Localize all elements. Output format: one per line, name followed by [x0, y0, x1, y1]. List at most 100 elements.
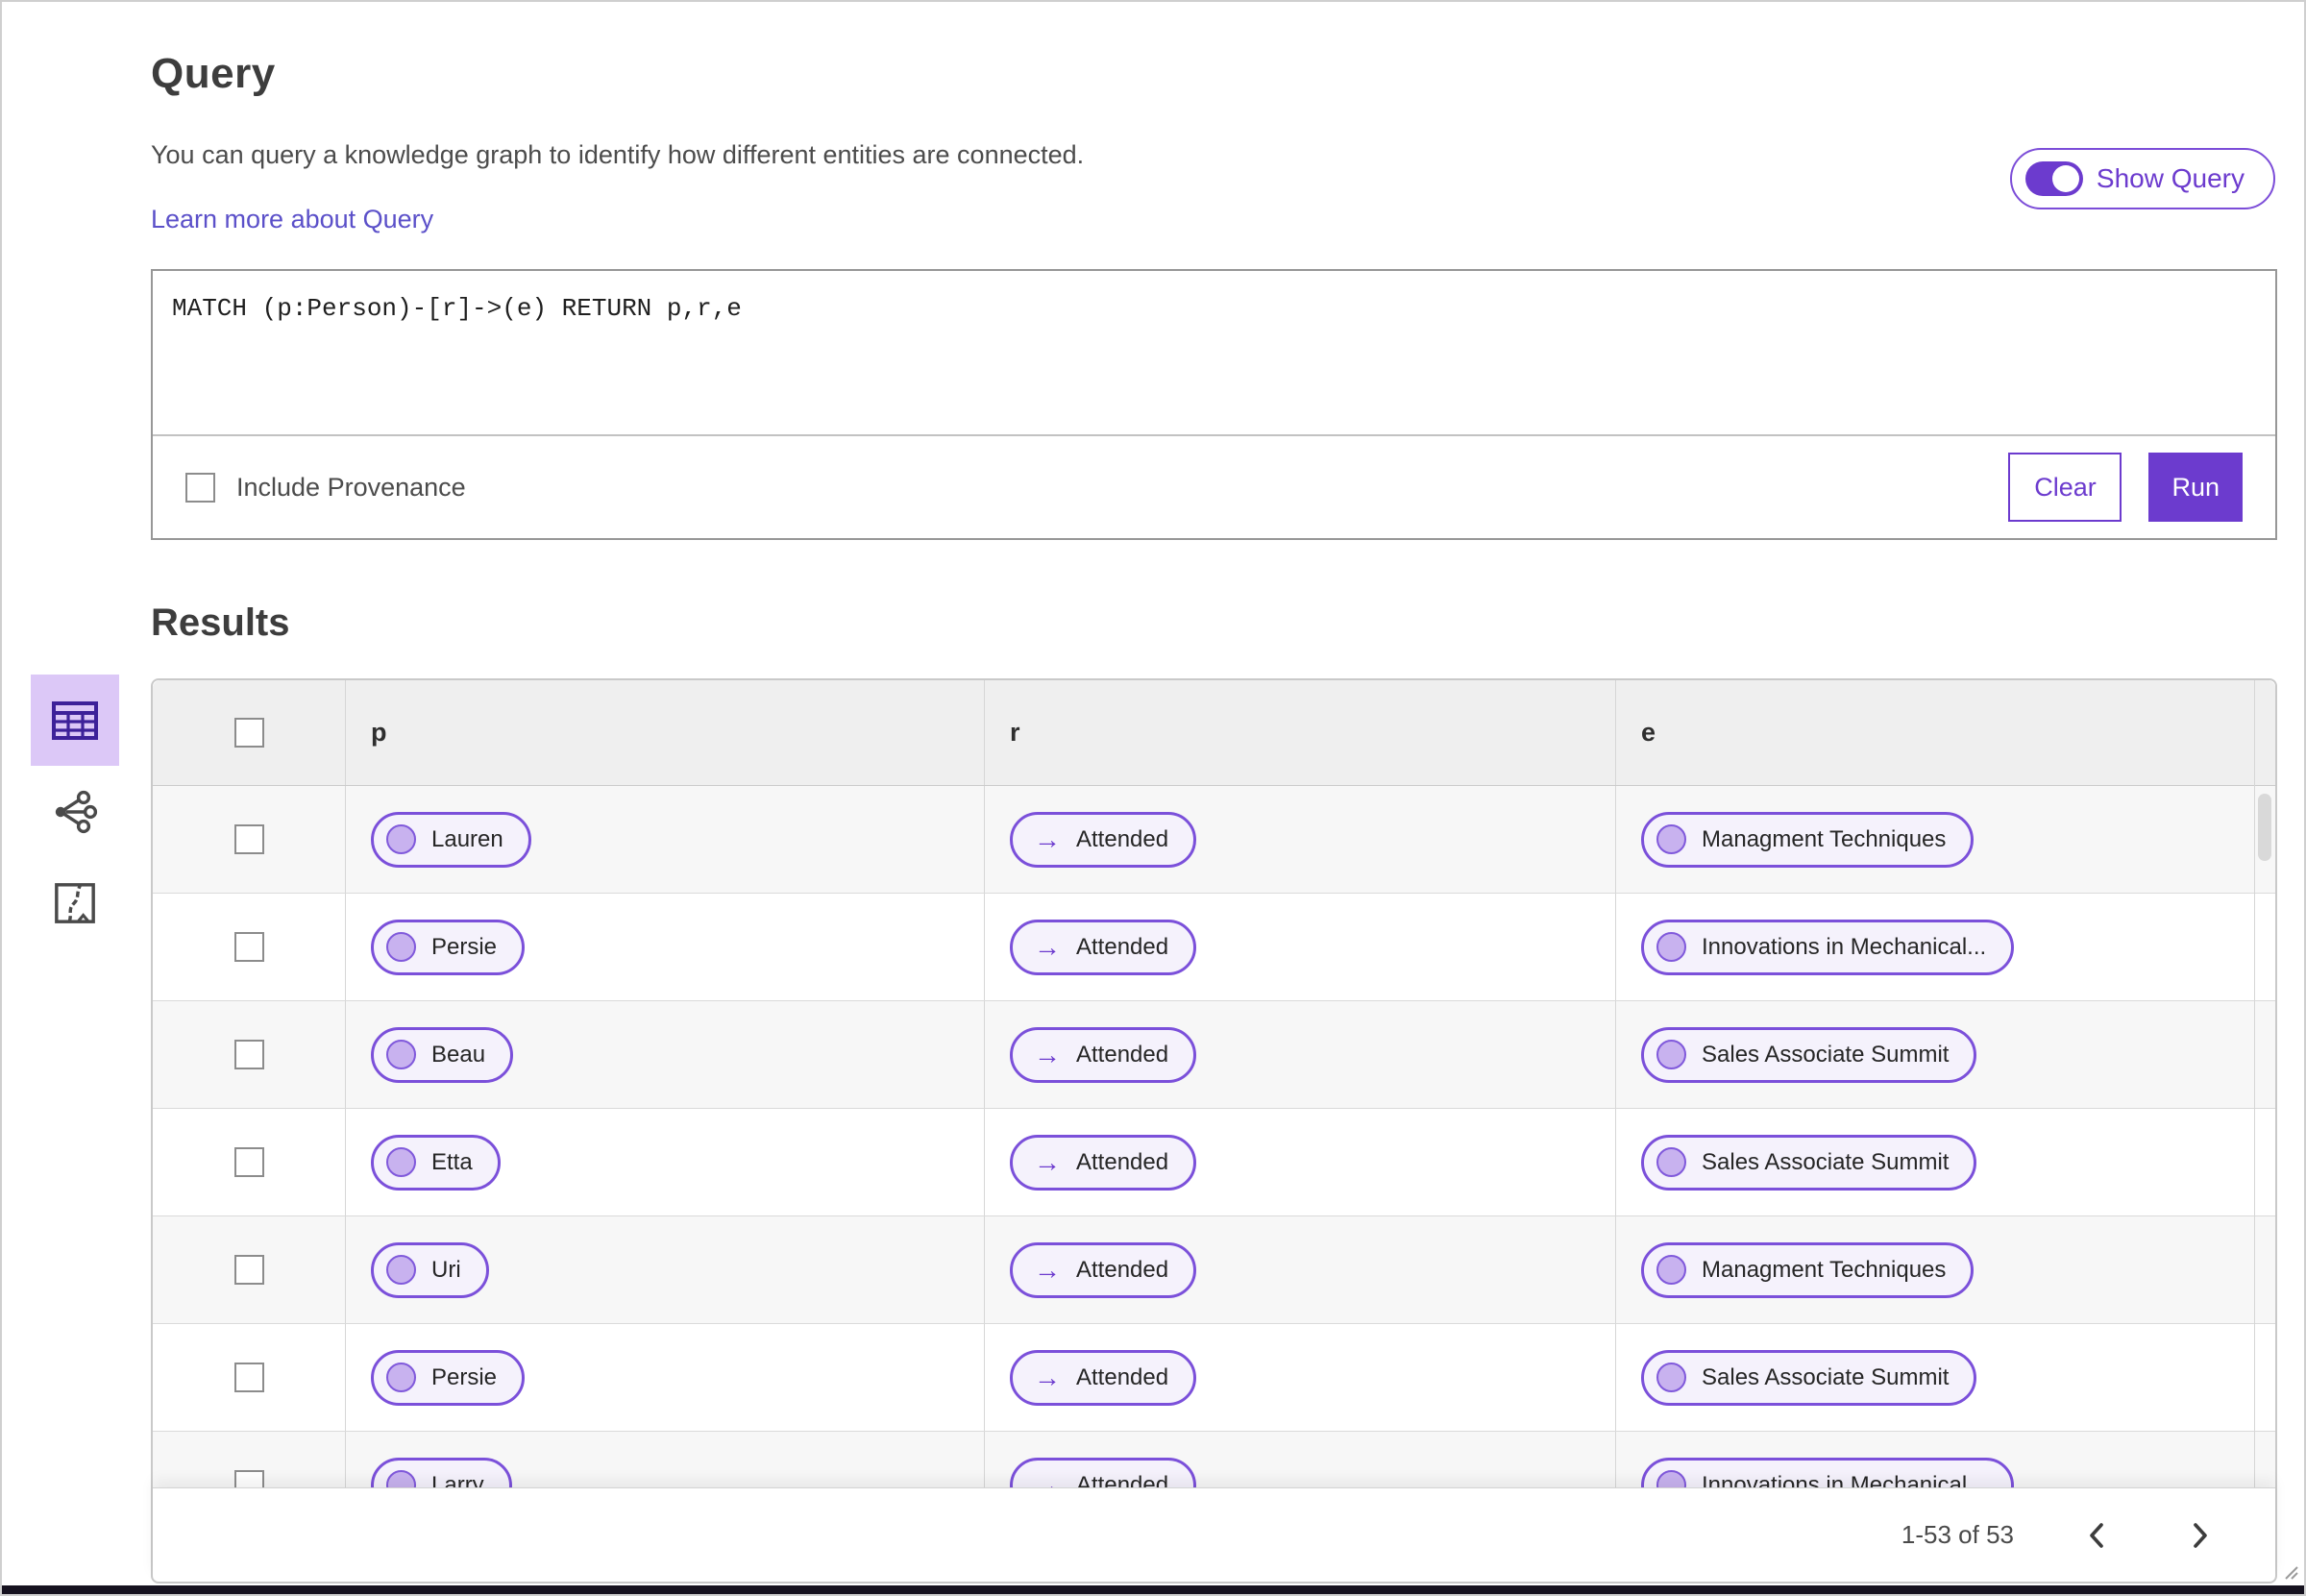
arrow-right-icon: → [1034, 1469, 1061, 1487]
include-provenance-checkbox[interactable] [185, 472, 215, 503]
row-checkbox[interactable] [233, 824, 264, 854]
row-checkbox-cell [153, 1109, 345, 1215]
column-header-e[interactable]: e [1615, 680, 2275, 785]
person-node-pill[interactable]: Lauren [371, 811, 531, 868]
relation-pill[interactable]: → Attended [1010, 1134, 1197, 1191]
r-pill-label: Attended [1076, 1256, 1169, 1283]
row-checkbox[interactable] [233, 1255, 264, 1285]
pagination-prev-button[interactable] [2075, 1514, 2118, 1557]
query-editor-textarea[interactable]: MATCH (p:Person)-[r]->(e) RETURN p,r,e [153, 271, 2275, 436]
row-checkbox-cell [153, 1216, 345, 1323]
e-cell: Sales Associate Summit [1615, 1001, 2275, 1108]
chevron-right-icon [2194, 1522, 2207, 1548]
node-circle-icon [1656, 1040, 1686, 1069]
node-circle-icon [1656, 1363, 1686, 1392]
r-cell: → Attended [984, 1001, 1615, 1108]
p-cell: Persie [345, 894, 984, 1000]
results-table: p r e Lauren → Attended Managment Techni… [151, 678, 2277, 1584]
results-view-switcher [31, 675, 119, 948]
column-header-r[interactable]: r [984, 680, 1615, 785]
e-cell: Innovations in Mechanical... [1615, 1432, 2275, 1487]
node-circle-icon [386, 1363, 416, 1392]
entity-node-pill[interactable]: Sales Associate Summit [1641, 1349, 1977, 1406]
arrow-right-icon: → [1034, 1254, 1061, 1285]
query-panel-footer: Include Provenance Clear Run [153, 436, 2275, 538]
select-all-checkbox[interactable] [233, 718, 264, 748]
resize-grip-icon[interactable] [2278, 1559, 2299, 1581]
r-pill-label: Attended [1076, 1148, 1169, 1175]
table-scrollbar-thumb[interactable] [2258, 794, 2271, 861]
table-view-button[interactable] [31, 675, 119, 766]
e-pill-label: Sales Associate Summit [1702, 1363, 1950, 1390]
e-pill-label: Managment Techniques [1702, 825, 1947, 852]
table-row: Uri → Attended Managment Techniques [153, 1216, 2275, 1324]
entity-node-pill[interactable]: Innovations in Mechanical... [1641, 919, 2015, 975]
node-circle-icon [386, 1470, 416, 1487]
relation-pill[interactable]: → Attended [1010, 1241, 1197, 1298]
entity-node-pill[interactable]: Managment Techniques [1641, 1241, 1975, 1298]
r-cell: → Attended [984, 1216, 1615, 1323]
clear-button[interactable]: Clear [2008, 453, 2122, 522]
e-cell: Innovations in Mechanical... [1615, 894, 2275, 1000]
main-content: Query Show Query You can query a knowled… [2, 2, 2304, 1584]
r-pill-label: Attended [1076, 1041, 1169, 1068]
person-node-pill[interactable]: Larry [371, 1457, 512, 1487]
entity-node-pill[interactable]: Managment Techniques [1641, 811, 1975, 868]
row-checkbox-cell [153, 1324, 345, 1431]
show-query-label: Show Query [2096, 163, 2245, 193]
person-node-pill[interactable]: Persie [371, 1349, 526, 1406]
entity-node-pill[interactable]: Innovations in Mechanical... [1641, 1457, 2015, 1488]
show-query-toggle[interactable]: Show Query [2009, 148, 2275, 209]
column-header-p[interactable]: p [345, 680, 984, 785]
entity-node-pill[interactable]: Sales Associate Summit [1641, 1026, 1977, 1083]
person-node-pill[interactable]: Beau [371, 1026, 514, 1083]
node-circle-icon [1656, 824, 1686, 854]
relation-pill[interactable]: → Attended [1010, 1026, 1197, 1083]
entity-node-pill[interactable]: Sales Associate Summit [1641, 1134, 1977, 1191]
e-pill-label: Innovations in Mechanical... [1702, 1471, 1987, 1488]
learn-more-link[interactable]: Learn more about Query [151, 205, 433, 234]
table-pagination: 1-53 of 53 [153, 1487, 2275, 1582]
node-circle-icon [1656, 932, 1686, 962]
query-page: Query Show Query You can query a knowled… [0, 0, 2306, 1596]
row-checkbox[interactable] [233, 1470, 264, 1487]
r-cell: → Attended [984, 1324, 1615, 1431]
person-node-pill[interactable]: Persie [371, 919, 526, 975]
row-checkbox[interactable] [233, 932, 264, 962]
person-node-pill[interactable]: Uri [371, 1241, 489, 1298]
toggle-knob [2051, 165, 2079, 192]
column-header-p-label: p [371, 718, 387, 747]
row-checkbox-cell [153, 894, 345, 1000]
arrow-right-icon: → [1034, 931, 1061, 962]
r-pill-label: Attended [1076, 1363, 1169, 1390]
row-checkbox[interactable] [233, 1147, 264, 1177]
p-cell: Uri [345, 1216, 984, 1323]
chevron-left-icon [2090, 1522, 2103, 1548]
pagination-range-label: 1-53 of 53 [1901, 1520, 2014, 1549]
row-checkbox[interactable] [233, 1040, 264, 1069]
table-row: Lauren → Attended Managment Techniques [153, 786, 2275, 894]
e-cell: Sales Associate Summit [1615, 1109, 2275, 1215]
graph-view-button[interactable] [31, 766, 119, 857]
toggle-on-icon[interactable] [2024, 161, 2083, 196]
map-view-button[interactable] [31, 857, 119, 948]
pagination-next-button[interactable] [2179, 1514, 2221, 1557]
relation-pill[interactable]: → Attended [1010, 1457, 1197, 1487]
person-node-pill[interactable]: Etta [371, 1134, 501, 1191]
relation-pill[interactable]: → Attended [1010, 811, 1197, 868]
relation-pill[interactable]: → Attended [1010, 1349, 1197, 1406]
p-cell: Persie [345, 1324, 984, 1431]
relation-pill[interactable]: → Attended [1010, 919, 1197, 975]
table-row: Beau → Attended Sales Associate Summit [153, 1001, 2275, 1109]
table-row: Etta → Attended Sales Associate Summit [153, 1109, 2275, 1216]
node-circle-icon [1656, 1147, 1686, 1177]
run-button[interactable]: Run [2148, 453, 2243, 522]
column-header-e-label: e [1641, 718, 1656, 747]
table-scrollbar-track[interactable] [2254, 680, 2255, 1487]
r-cell: → Attended [984, 1432, 1615, 1487]
row-checkbox[interactable] [233, 1363, 264, 1392]
r-cell: → Attended [984, 894, 1615, 1000]
arrow-right-icon: → [1034, 1362, 1061, 1392]
table-icon [52, 700, 98, 740]
e-cell: Sales Associate Summit [1615, 1324, 2275, 1431]
